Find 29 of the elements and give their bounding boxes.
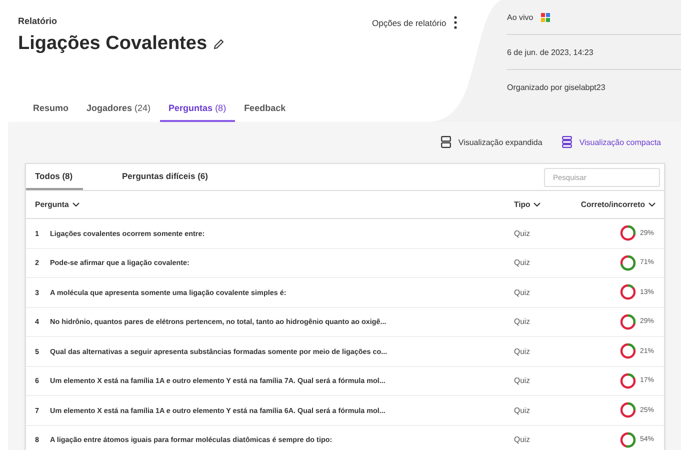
donut-meter [620, 372, 636, 389]
grid-icon [541, 12, 550, 22]
donut-meter [620, 314, 636, 330]
view-option[interactable]: Visualização compacta [562, 136, 661, 148]
organizer-text: Organizado por giselabpt23 [507, 82, 606, 92]
filter-tab[interactable]: Todos (8) [26, 164, 83, 190]
sort-icon [72, 202, 80, 207]
compact-view-icon [562, 136, 572, 148]
donut-meter [620, 284, 636, 300]
expanded-view-icon [441, 136, 452, 148]
more-options-icon[interactable] [454, 16, 458, 29]
donut-meter [620, 343, 636, 360]
date-text: 6 de jun. de 2023, 14:23 [507, 48, 594, 56]
donut-meter [620, 225, 636, 242]
pencil-icon[interactable] [213, 38, 224, 50]
tab[interactable]: Resumo [24, 103, 78, 122]
tab[interactable]: Jogadores (24) [78, 103, 160, 122]
report-title: Ligações Covalentes [18, 33, 208, 55]
report-options-label[interactable]: Opções de relatório [372, 18, 446, 28]
view-option[interactable]: Visualização expandida [441, 136, 542, 148]
donut-meter [620, 402, 636, 418]
sort-icon [648, 202, 656, 207]
filter-tab[interactable]: Perguntas difíceis (6) [113, 164, 217, 190]
donut-meter [620, 254, 636, 271]
breadcrumb: Relatório [18, 16, 58, 26]
sort-icon [533, 202, 542, 207]
live-status: Ao vivo [507, 12, 534, 22]
donut-meter [620, 432, 636, 448]
tab[interactable]: Feedback [235, 103, 295, 122]
